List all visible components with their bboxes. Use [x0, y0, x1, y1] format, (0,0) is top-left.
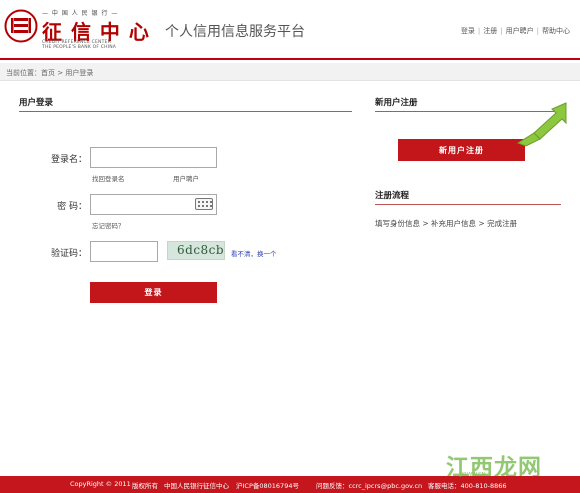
register-flow-rule: [375, 204, 561, 205]
login-panel-title: 用户登录: [19, 98, 54, 108]
logo-emblem-icon: [4, 9, 38, 43]
site-title: 个人信用信息服务平台: [165, 24, 305, 40]
arrow-pointer-icon: [516, 102, 567, 147]
footer-owner: 中国人民银行征信中心: [164, 482, 229, 490]
divider: |: [477, 27, 481, 35]
username-label: 登录名：: [50, 155, 87, 165]
footer-rights: 版权所有: [132, 482, 158, 490]
user-account-link[interactable]: 用户聘户: [173, 173, 199, 183]
password-label: 密 码：: [57, 202, 87, 212]
keyboard-icon[interactable]: [195, 198, 213, 210]
captcha-input[interactable]: [90, 241, 158, 262]
header-divider: [0, 58, 580, 60]
register-flow-title: 注册流程: [375, 191, 410, 201]
top-link-login[interactable]: 登录: [461, 27, 475, 35]
login-button[interactable]: 登录: [90, 282, 217, 303]
divider: |: [536, 27, 539, 35]
logo-english-line2: THE PEOPLE'S BANK OF CHINA: [42, 45, 117, 50]
captcha-refresh-link[interactable]: 看不清，换一个: [231, 248, 277, 258]
top-link-register[interactable]: 注册: [483, 27, 497, 35]
login-panel-rule: [19, 111, 352, 112]
footer-feedback: 问题反馈：ccrc_ipcrs@pbc.gov.cn: [316, 482, 423, 490]
register-flow-steps: 填写身份信息 > 补充用户信息 > 完成注册: [375, 219, 518, 228]
breadcrumb: 当前位置：首页 > 用户登录: [0, 63, 580, 81]
register-panel-title: 新用户注册: [375, 98, 418, 108]
top-nav-links: 登录 | 注册 | 用户聘户 | 帮助中心: [461, 26, 570, 36]
top-link-user-account[interactable]: 用户聘户: [506, 27, 534, 35]
username-input[interactable]: [90, 147, 217, 168]
footer-hotline: 客服电话：400-810-8866: [428, 482, 507, 490]
captcha-image[interactable]: 6dc8cb: [167, 241, 225, 260]
find-login-name-link[interactable]: 找回登录名: [92, 173, 125, 183]
forgot-password-link[interactable]: 忘记密码？: [92, 220, 125, 230]
top-link-help[interactable]: 帮助中心: [542, 27, 570, 35]
footer-icp: 沪ICP备08016794号: [236, 482, 299, 490]
footer: CopyRight © 2011 版权所有 中国人民银行征信中心 沪ICP备08…: [0, 476, 580, 493]
new-user-register-button[interactable]: 新用户注册: [398, 139, 525, 161]
watermark-subtext: JXLWW.CN: [460, 472, 486, 478]
header: — 中 国 人 民 银 行 — 征 信 中 心 CREDIT REFERENCE…: [0, 0, 580, 58]
footer-copyright: CopyRight © 2011: [70, 480, 131, 488]
divider: |: [500, 27, 503, 35]
captcha-label: 验证码：: [50, 249, 87, 259]
